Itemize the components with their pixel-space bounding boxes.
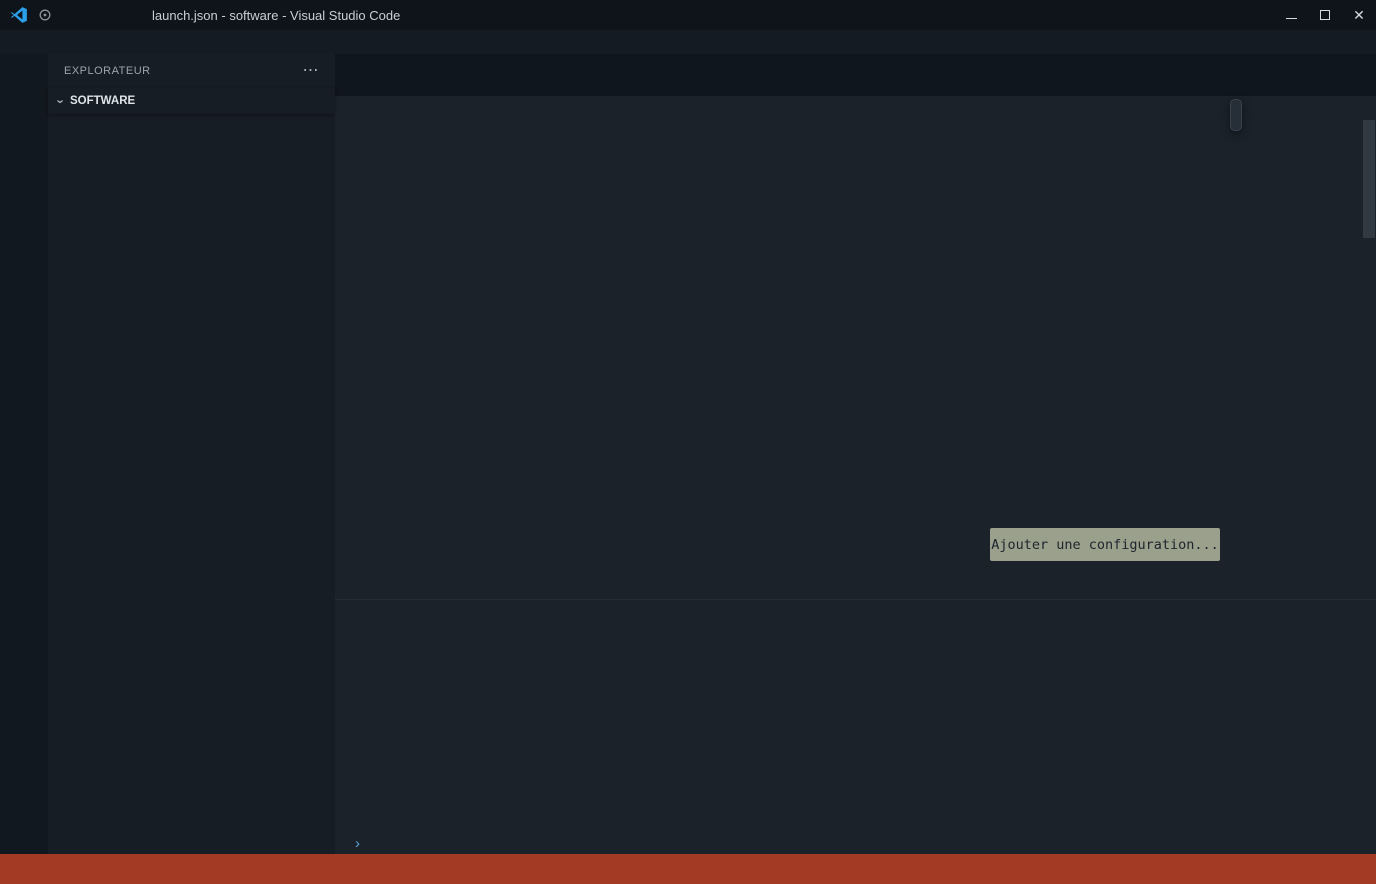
editor-zone: Ajouter une configuration... › xyxy=(335,54,1376,854)
maximize-button[interactable] xyxy=(1308,0,1342,30)
record-circle-icon xyxy=(38,8,52,22)
debug-console-prompt[interactable]: › xyxy=(335,834,1376,854)
activity-bar xyxy=(0,54,48,854)
tab-bar xyxy=(335,54,1376,96)
debug-console-output xyxy=(335,635,1376,834)
window-controls: ✕ xyxy=(1274,0,1376,30)
close-window-button[interactable]: ✕ xyxy=(1342,0,1376,30)
code-editor[interactable]: Ajouter une configuration... xyxy=(335,120,1376,599)
sidebar-title: EXPLORATEUR xyxy=(64,65,151,77)
menubar xyxy=(0,30,1376,54)
maximize-icon xyxy=(1320,10,1330,20)
breadcrumb xyxy=(335,96,1376,120)
more-icon[interactable]: ⋯ xyxy=(303,63,320,79)
editor-scrollbar[interactable] xyxy=(1363,120,1375,238)
window-title: launch.json - software - Visual Studio C… xyxy=(152,8,400,23)
chevron-down-icon: › xyxy=(54,94,69,108)
section-label: SOFTWARE xyxy=(70,95,135,107)
main-region: EXPLORATEUR ⋯ › SOFTWARE Ajouter une con… xyxy=(0,54,1376,854)
titlebar: launch.json - software - Visual Studio C… xyxy=(0,0,1376,30)
minimize-icon xyxy=(1286,18,1297,19)
sidebar-header: EXPLORATEUR ⋯ xyxy=(48,54,335,88)
sidebar-explorer: EXPLORATEUR ⋯ › SOFTWARE xyxy=(48,54,335,854)
add-configuration-button[interactable]: Ajouter une configuration... xyxy=(990,528,1220,561)
bottom-panel: › xyxy=(335,599,1376,854)
vscode-window: launch.json - software - Visual Studio C… xyxy=(0,0,1376,884)
section-header-software[interactable]: › SOFTWARE xyxy=(48,88,335,114)
status-bar xyxy=(0,854,1376,884)
vscode-logo-icon xyxy=(10,6,28,24)
panel-tabs xyxy=(335,600,1376,635)
file-tree xyxy=(48,114,335,854)
debug-toolbar xyxy=(1230,99,1242,131)
minimize-button[interactable] xyxy=(1274,0,1308,30)
